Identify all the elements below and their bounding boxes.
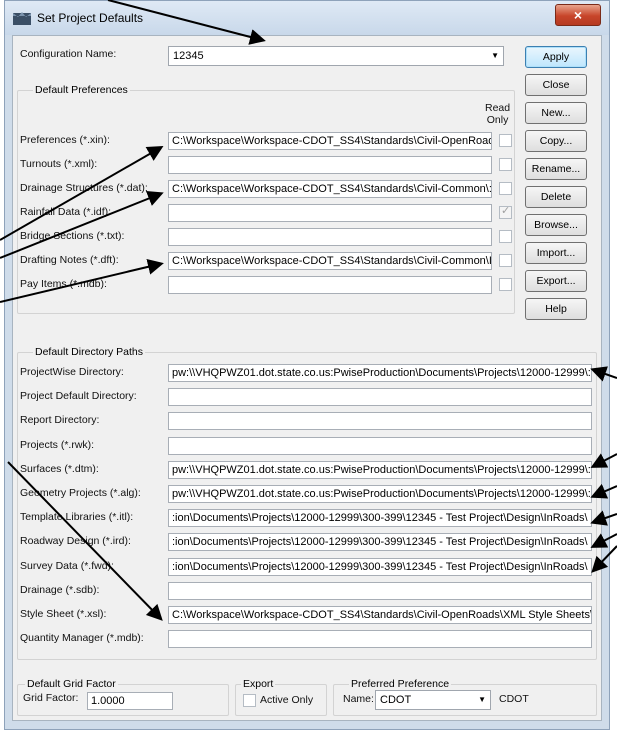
read-only-checkbox-3[interactable] — [499, 204, 512, 219]
dir-input-5[interactable]: pw:\\VHQPWZ01.dot.state.co.us:PwiseProdu… — [168, 485, 592, 503]
config-name-value: 12345 — [173, 50, 204, 62]
dialog-client: Configuration Name: 12345 ▼ Apply Close … — [12, 35, 602, 721]
pref-input-5[interactable]: C:\Workspace\Workspace-CDOT_SS4\Standard… — [168, 252, 492, 270]
dir-input-1[interactable] — [168, 388, 592, 406]
rename-button[interactable]: Rename... — [525, 158, 587, 180]
app-icon — [13, 12, 31, 25]
pref-label-6: Pay Items (*.mdb): — [20, 278, 107, 290]
dir-label-4: Surfaces (*.dtm): — [20, 463, 99, 475]
dir-label-10: Style Sheet (*.xsl): — [20, 608, 107, 620]
default-directory-paths-title: Default Directory Paths — [33, 346, 145, 358]
apply-button[interactable]: Apply — [525, 46, 587, 68]
pref-label-1: Turnouts (*.xml): — [20, 158, 98, 170]
dir-input-3[interactable] — [168, 437, 592, 455]
dir-label-8: Survey Data (*.fwd): — [20, 560, 114, 572]
pref-input-6[interactable] — [168, 276, 492, 294]
import-button[interactable]: Import... — [525, 242, 587, 264]
pref-input-2[interactable]: C:\Workspace\Workspace-CDOT_SS4\Standard… — [168, 180, 492, 198]
pref-label-0: Preferences (*.xin): — [20, 134, 110, 146]
default-preferences-title: Default Preferences — [33, 84, 130, 96]
dir-label-0: ProjectWise Directory: — [20, 366, 124, 378]
pref-label-3: Rainfall Data (*.idf): — [20, 206, 112, 218]
grid-factor-label: Grid Factor: — [23, 692, 79, 704]
preferred-preference-title: Preferred Preference — [349, 678, 452, 690]
dir-label-11: Quantity Manager (*.mdb): — [20, 632, 144, 644]
export-group-title: Export — [241, 678, 276, 690]
dir-label-6: Template Libraries (*.itl): — [20, 511, 134, 523]
dir-input-2[interactable] — [168, 412, 592, 430]
config-name-label: Configuration Name: — [20, 48, 117, 60]
read-only-header: Read Only — [485, 102, 511, 126]
close-icon: × — [573, 7, 583, 23]
title-bar[interactable]: Set Project Defaults × — [5, 1, 609, 35]
pref-label-4: Bridge Sections (*.txt): — [20, 230, 125, 242]
config-name-select[interactable]: 12345 ▼ — [168, 46, 504, 66]
dir-input-8[interactable]: :ion\Documents\Projects\12000-12999\300-… — [168, 558, 592, 576]
dir-input-0[interactable]: pw:\\VHQPWZ01.dot.state.co.us:PwiseProdu… — [168, 364, 592, 382]
pref-label-2: Drainage Structures (*.dat): — [20, 182, 148, 194]
chevron-down-icon[interactable]: ▼ — [478, 691, 486, 709]
active-only-label: Active Only — [260, 694, 314, 706]
help-button[interactable]: Help — [525, 298, 587, 320]
pref-input-4[interactable] — [168, 228, 492, 246]
window-title: Set Project Defaults — [37, 11, 144, 25]
pref-input-1[interactable] — [168, 156, 492, 174]
read-only-checkbox-1[interactable] — [499, 158, 512, 171]
dir-input-10[interactable]: C:\Workspace\Workspace-CDOT_SS4\Standard… — [168, 606, 592, 624]
copy-button[interactable]: Copy... — [525, 130, 587, 152]
dir-label-3: Projects (*.rwk): — [20, 439, 95, 451]
read-only-checkbox-2[interactable] — [499, 182, 512, 195]
export-button[interactable]: Export... — [525, 270, 587, 292]
new-button[interactable]: New... — [525, 102, 587, 124]
delete-button[interactable]: Delete — [525, 186, 587, 208]
dialog-window: Set Project Defaults × Configuration Nam… — [4, 0, 610, 730]
read-only-checkbox-5[interactable] — [499, 254, 512, 267]
dir-input-9[interactable] — [168, 582, 592, 600]
chevron-down-icon[interactable]: ▼ — [491, 47, 499, 65]
pref-input-0[interactable]: C:\Workspace\Workspace-CDOT_SS4\Standard… — [168, 132, 492, 150]
window-close-button[interactable]: × — [555, 4, 601, 26]
preferred-name-label: Name: — [343, 693, 374, 705]
read-only-checkbox-6[interactable] — [499, 278, 512, 291]
dir-label-1: Project Default Directory: — [20, 390, 137, 402]
dir-label-5: Geometry Projects (*.alg): — [20, 487, 141, 499]
preferred-side-value: CDOT — [499, 693, 529, 705]
dir-input-4[interactable]: pw:\\VHQPWZ01.dot.state.co.us:PwiseProdu… — [168, 461, 592, 479]
read-only-checkbox-4[interactable] — [499, 230, 512, 243]
dir-input-6[interactable]: :ion\Documents\Projects\12000-12999\300-… — [168, 509, 592, 527]
pref-label-5: Drafting Notes (*.dft): — [20, 254, 119, 266]
dir-label-9: Drainage (*.sdb): — [20, 584, 100, 596]
dir-input-7[interactable]: :ion\Documents\Projects\12000-12999\300-… — [168, 533, 592, 551]
close-button[interactable]: Close — [525, 74, 587, 96]
preferred-name-select[interactable]: CDOT ▼ — [375, 690, 491, 710]
active-only-checkbox[interactable] — [243, 694, 256, 707]
pref-input-3[interactable] — [168, 204, 492, 222]
dir-input-11[interactable] — [168, 630, 592, 648]
dir-label-2: Report Directory: — [20, 414, 100, 426]
read-only-checkbox-0[interactable] — [499, 134, 512, 147]
dir-label-7: Roadway Design (*.ird): — [20, 535, 131, 547]
grid-factor-input[interactable]: 1.0000 — [87, 692, 173, 710]
preferred-name-value: CDOT — [380, 694, 412, 706]
browse-button[interactable]: Browse... — [525, 214, 587, 236]
grid-factor-title: Default Grid Factor — [25, 678, 118, 690]
